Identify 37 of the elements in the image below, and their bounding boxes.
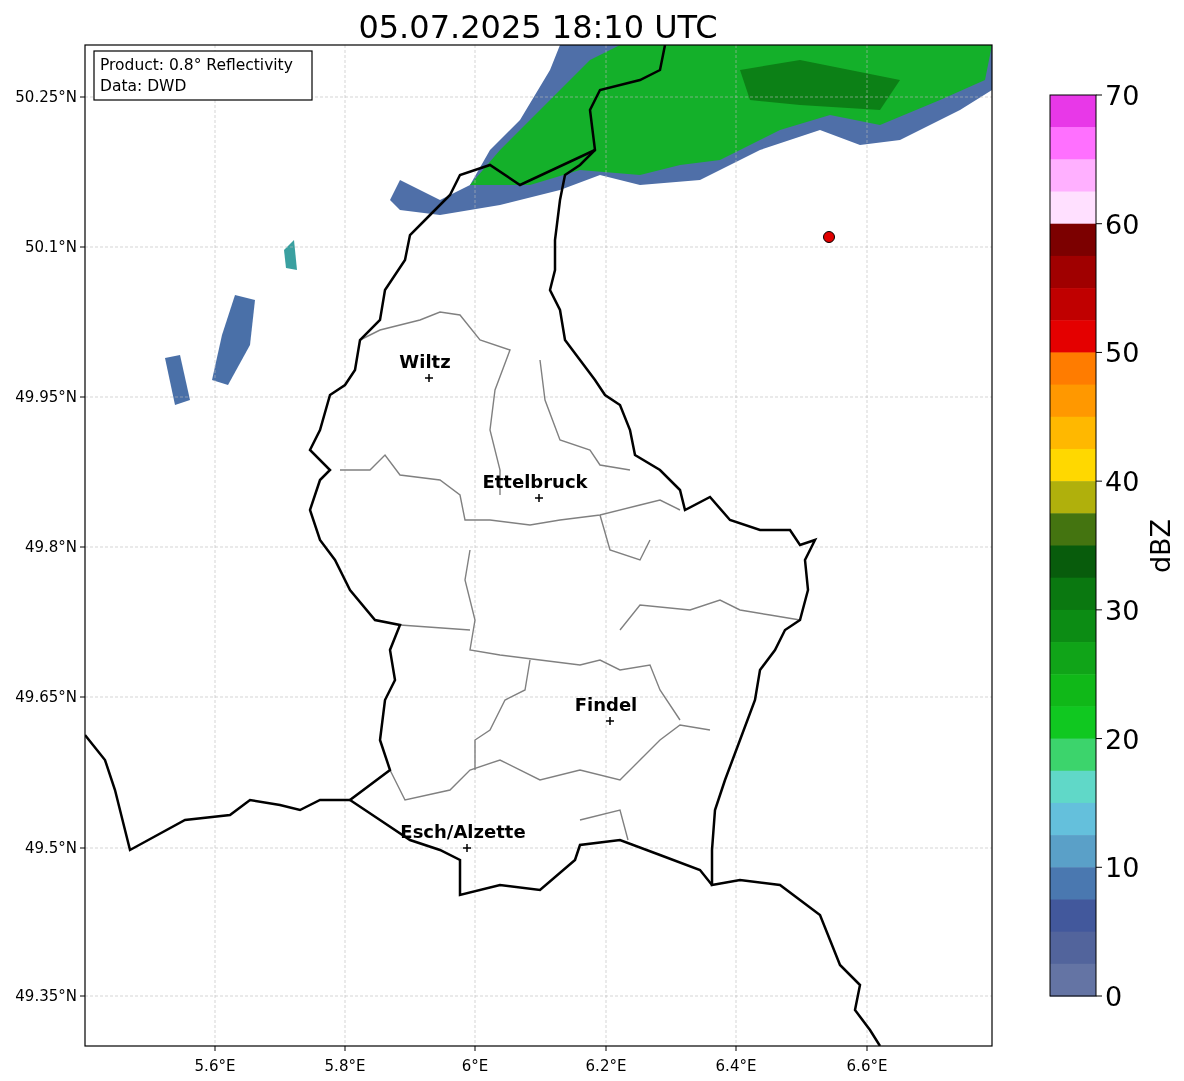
tick-label: 49.8°N [24,538,77,556]
tick-label: 49.35°N [15,987,77,1005]
tick-label: 5.8°E [324,1057,366,1075]
info-text: Data: DWD [100,77,187,95]
tick-label: 6.4°E [715,1057,757,1075]
district-boundary [579,809,629,841]
colorbar-tick-label: 60 [1105,208,1140,240]
colorbar-tick-label: 20 [1105,723,1140,755]
colorbar-label: dBZ [1145,518,1176,574]
tick-label: 5.6°E [194,1057,236,1075]
location-marker [823,231,835,243]
tick-label: 6.2°E [585,1057,627,1075]
city-label: Findel [574,694,638,715]
city-label: Esch/Alzette [400,821,526,842]
colorbar-tick-label: 40 [1105,466,1140,498]
colorbar-tick-label: 30 [1105,594,1140,626]
tick-label: 50.1°N [24,238,77,256]
colorbar-tick-label: 70 [1105,80,1140,111]
tick-label: 6.6°E [846,1057,888,1075]
tick-label: 49.65°N [15,688,77,706]
city-label: Wiltz [399,351,451,372]
info-text: Product: 0.8° Reflectivity [100,56,293,74]
tick-label: 50.25°N [15,88,77,106]
city-marker [424,373,434,383]
city-marker [462,843,472,853]
city-marker [605,716,615,726]
tick-label: 49.95°N [15,388,77,406]
tick-label: 6°E [461,1057,489,1075]
tick-label: 49.5°N [24,839,77,857]
colorbar-tick-label: 0 [1105,981,1123,1012]
chart-title: 05.07.2025 18:10 UTC [358,8,718,46]
colorbar-tick-label: 10 [1105,852,1140,884]
city-label: Ettelbruck [482,471,588,492]
colorbar-tick-label: 50 [1105,337,1140,369]
radar-echo [165,355,190,405]
city-marker [534,493,544,503]
radar-echo [284,240,297,270]
